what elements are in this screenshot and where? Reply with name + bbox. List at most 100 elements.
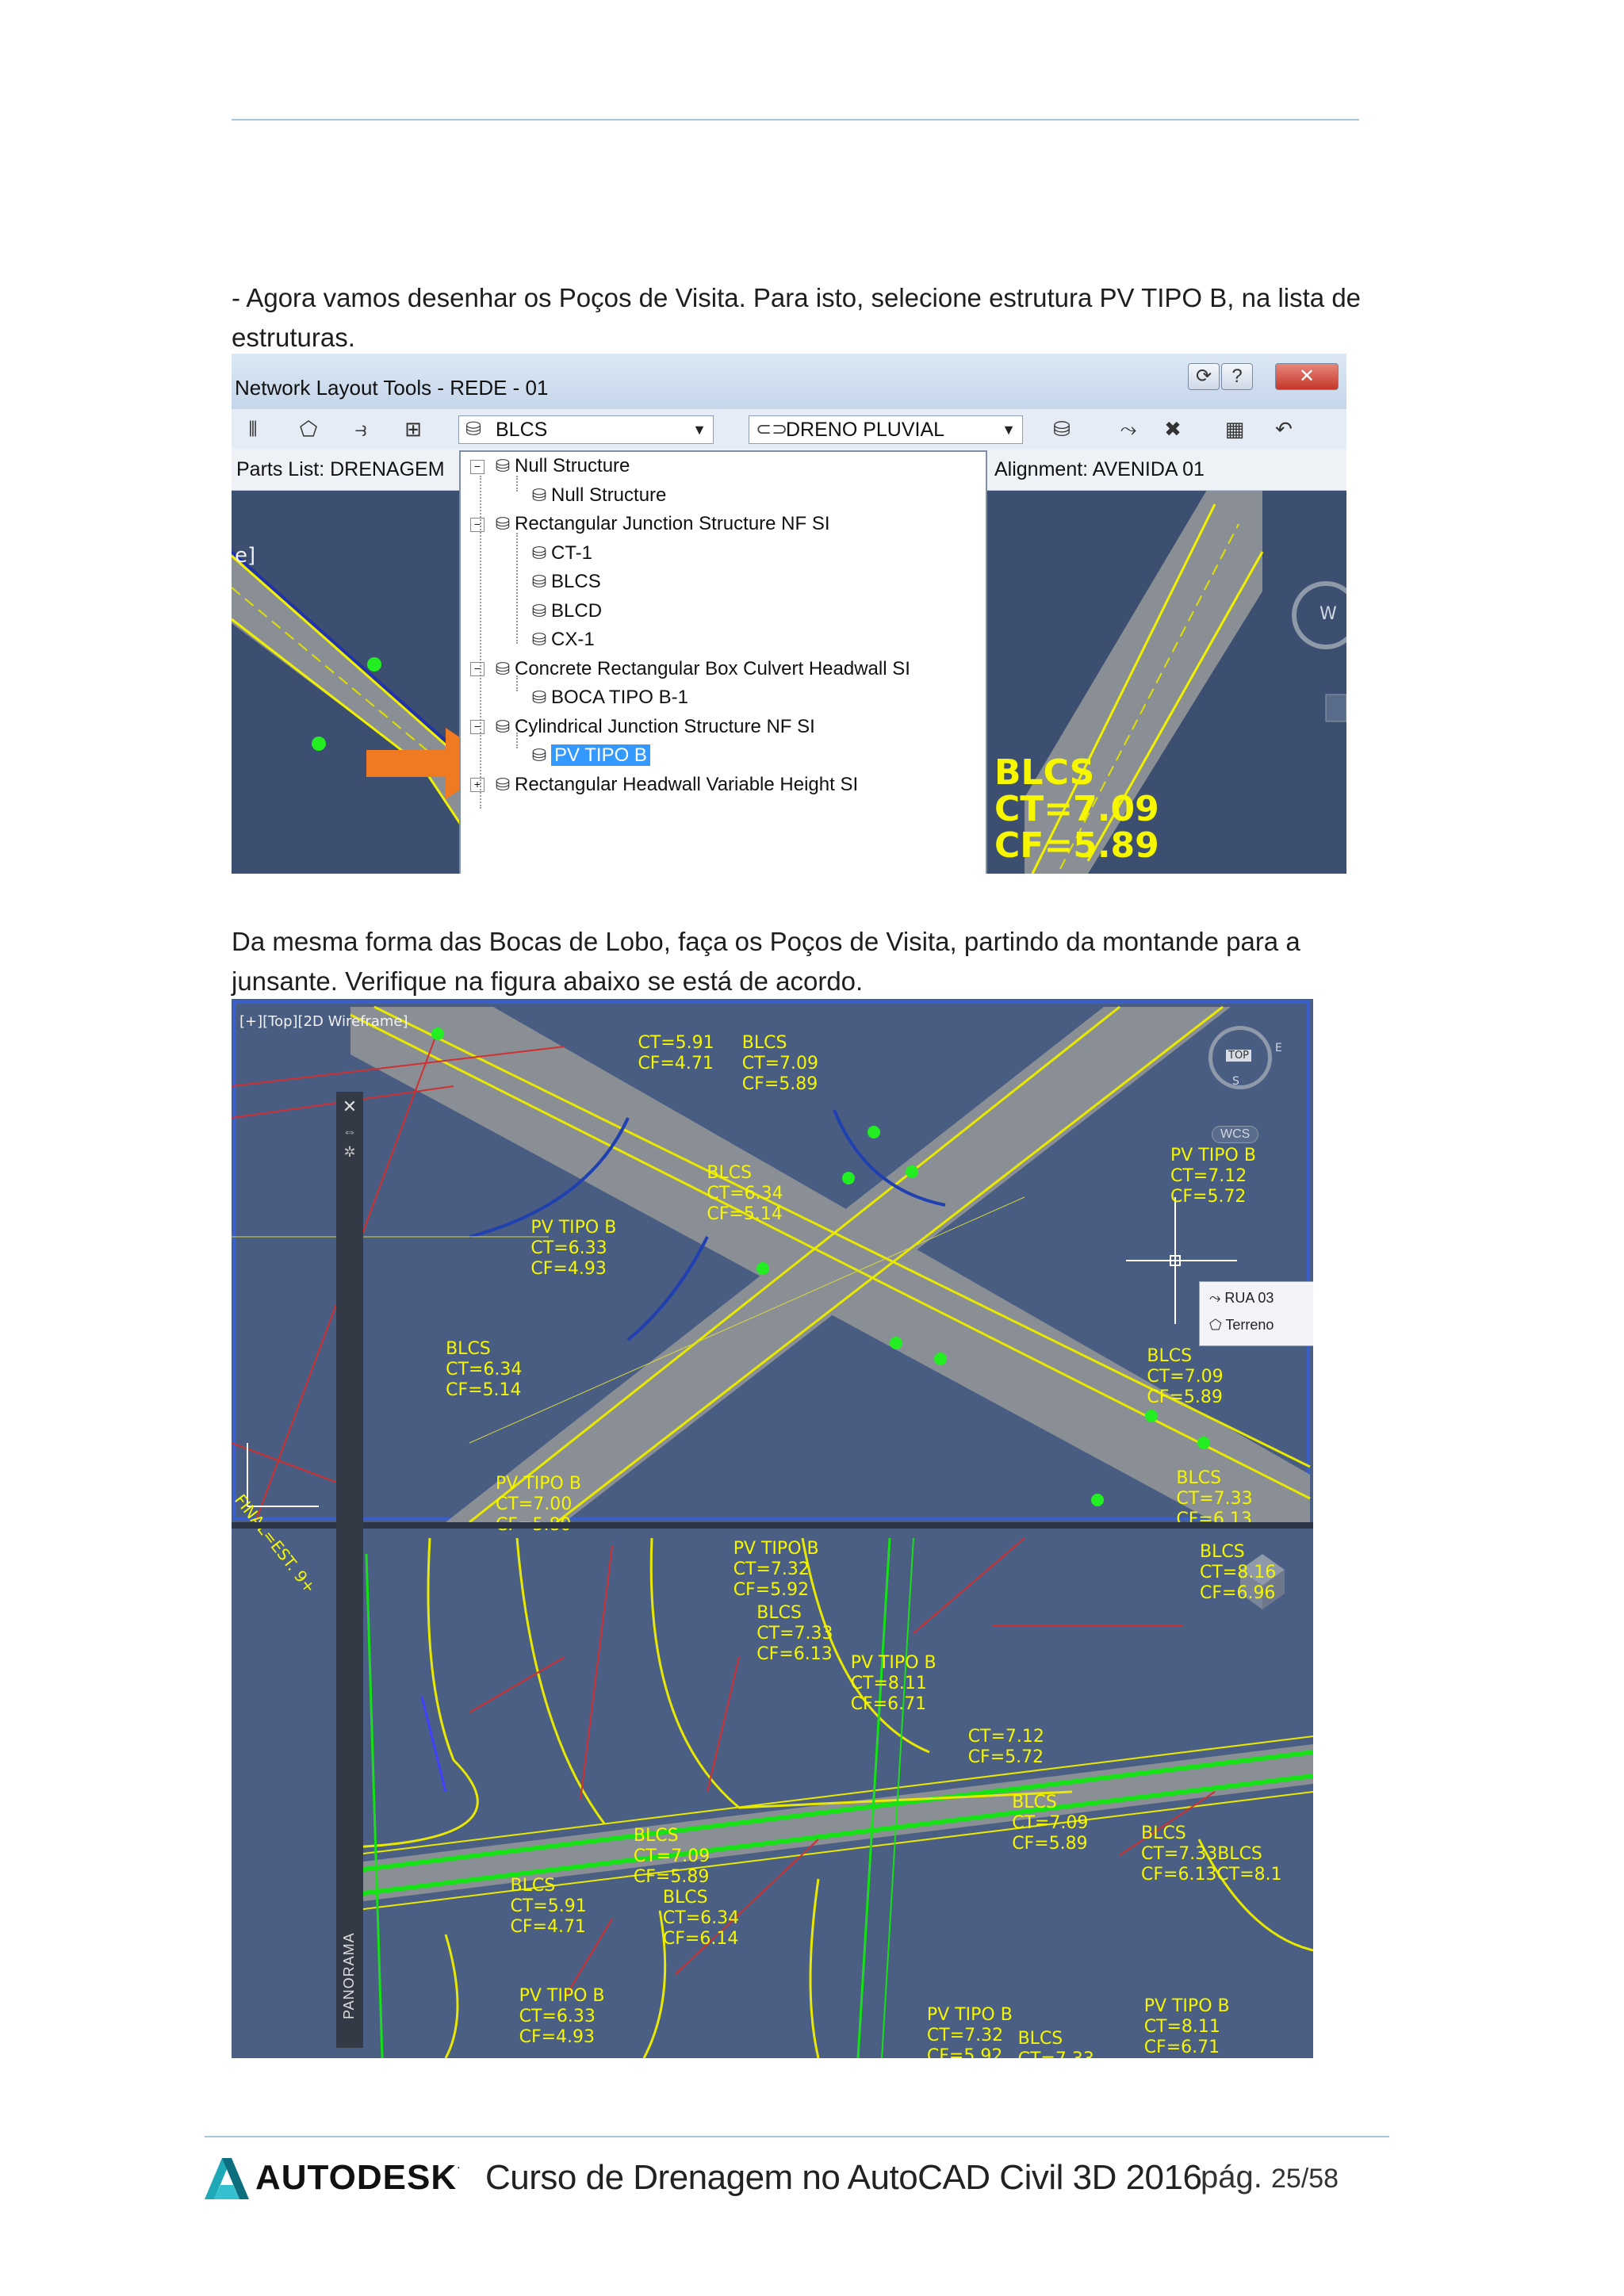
- structure-label-line: CT=7.09: [741, 1053, 819, 1073]
- structure-label-line: CF=6.13CT=8.1: [1141, 1864, 1282, 1885]
- collapse-icon[interactable]: −: [470, 720, 485, 735]
- structure-label-line: BLCS: [741, 1032, 787, 1053]
- structure-label[interactable]: PV TIPO B CT=8.11 CF=6.71: [1144, 1996, 1230, 2058]
- help-button[interactable]: ?: [1221, 363, 1253, 390]
- structure-icon: ⛁: [495, 658, 511, 679]
- collapse-icon[interactable]: −: [470, 662, 485, 677]
- structure-label-line: PV TIPO B: [733, 1538, 819, 1559]
- structure-tree-dropdown[interactable]: − ⛁ Null Structure ⛁ Null Structure − ⛁ Rectang…: [459, 450, 987, 874]
- tree-item[interactable]: − ⛁ Null Structure: [470, 452, 630, 480]
- structure-label[interactable]: BLCS CT=8.16 CF=6.96: [1200, 1542, 1276, 1604]
- structure-label[interactable]: PV TIPO B CT=8.11 CF=6.71: [851, 1653, 936, 1715]
- structure-label[interactable]: PV TIPO B CT=6.33 CF=4.93: [530, 1218, 616, 1280]
- network-properties-icon[interactable]: ⫴: [239, 415, 266, 442]
- network-vista-icon[interactable]: ▦: [1221, 415, 1248, 442]
- structure-label-line: CT=6.34: [446, 1360, 523, 1380]
- undo-icon[interactable]: ↶: [1270, 415, 1297, 442]
- structure-label[interactable]: BLCS CT=7.09 CF=5.89: [1012, 1793, 1088, 1854]
- close-button[interactable]: ✕: [1275, 363, 1339, 390]
- pipe-combo[interactable]: ⊂⊃ DRENO PLUVIAL ▼: [749, 415, 1023, 444]
- dialog-title: Network Layout Tools - REDE - 01: [235, 376, 549, 400]
- surface-icon[interactable]: ⬠: [295, 415, 322, 442]
- header-rule: [232, 119, 1359, 121]
- pipe-network-drawing-screenshot: [+][Top][2D Wireframe] FINAL=EST. 9+ TOP…: [232, 999, 1313, 2058]
- gear-icon[interactable]: ✲: [336, 1144, 363, 1161]
- structure-label[interactable]: BLCS CT=5.91 CF=4.71: [511, 1876, 587, 1938]
- structure-label-line: BLCS: [633, 1826, 679, 1846]
- tree-item[interactable]: ⛁ BLCD: [507, 597, 602, 626]
- structure-label-line: CT=5.91: [638, 1032, 714, 1053]
- structure-label[interactable]: BLCS CT=7.09 CF=5.89: [1147, 1346, 1223, 1408]
- network-layout-tools-screenshot: W e] BLCS CT=7.09 CF=5.89 Network Layout…: [232, 354, 1346, 874]
- structure-label-line: CF=4.93: [519, 2027, 596, 2048]
- structure-label[interactable]: BLCS CT=7.09 CF=5.89: [634, 1826, 710, 1888]
- expand-icon[interactable]: +: [470, 778, 485, 793]
- structure-label-line: CT=6.33: [519, 2007, 596, 2027]
- structure-label-line: CF=6.96: [1200, 1582, 1276, 1603]
- alignment-icon[interactable]: ⥽: [347, 415, 374, 442]
- structure-label-line: BLCS: [1017, 2028, 1063, 2049]
- structure-label[interactable]: PV TIPO B CT=6.33 CF=4.93: [519, 1986, 605, 2048]
- compass-south-label: S: [1232, 1075, 1239, 1088]
- structure-label-line: CT=7.09: [1147, 1367, 1224, 1387]
- move-icon[interactable]: ⇔: [336, 1123, 363, 1140]
- structure-label-line: CT=7.12: [967, 1726, 1044, 1747]
- page-current: 25: [1270, 2164, 1301, 2194]
- tree-item[interactable]: + ⛁ Rectangular Headwall Variable Height S…: [470, 771, 858, 799]
- pin-icon[interactable]: ⟳: [1188, 363, 1220, 390]
- tree-item-label: BOCA TIPO B-1: [551, 687, 688, 708]
- draw-structures-icon[interactable]: ⛁▾: [1048, 415, 1075, 468]
- structure-label-line: CT=6.33: [530, 1238, 607, 1258]
- structure-label[interactable]: BLCS CT=6.34 CF=5.14: [446, 1339, 522, 1401]
- tree-item[interactable]: ⛁ Null Structure: [507, 481, 667, 510]
- structure-label-line: CF=5.92: [733, 1579, 810, 1600]
- tree-item-label: Rectangular Junction Structure NF SI: [515, 513, 830, 534]
- tree-item[interactable]: − ⛁ Cylindrical Junction Structure NF SI: [470, 713, 815, 741]
- alignment-label: Alignment: AVENIDA 01: [994, 458, 1205, 480]
- parts-list-icon[interactable]: ⊞: [400, 415, 427, 442]
- structure-label[interactable]: PV TIPO B CT=7.32 CF=5.92: [927, 2005, 1013, 2058]
- structure-icon: ⛁: [495, 514, 511, 534]
- tree-item[interactable]: − ⛁ Concrete Rectangular Box Culvert Headw…: [470, 655, 910, 683]
- viewport-divider[interactable]: [232, 1522, 1313, 1529]
- toggle-upslope-icon[interactable]: ⤳: [1115, 415, 1142, 442]
- structure-label[interactable]: PV TIPO B CT=7.32 CF=5.92: [733, 1539, 819, 1601]
- structure-label[interactable]: BLCS CT=6.34 CF=5.14: [707, 1163, 783, 1225]
- structure-label[interactable]: BLCSCT=7.33CF=6.13: [1018, 2029, 1094, 2058]
- dialog-titlebar[interactable]: Network Layout Tools - REDE - 01 ⟳ ? ✕: [232, 354, 1346, 410]
- collapse-icon[interactable]: −: [470, 459, 485, 474]
- pipe-icon: ⊂⊃: [756, 419, 788, 440]
- cad-annotation-ct: CT=7.09: [994, 789, 1159, 829]
- popup-surface-label: Terreno: [1225, 1317, 1274, 1333]
- panorama-palette[interactable]: ✕ ⇔ ✲ PANORAMA ▲: [336, 1092, 363, 2048]
- viewcube-top-label[interactable]: TOP: [1226, 1050, 1252, 1062]
- collapse-icon[interactable]: −: [470, 517, 485, 532]
- structure-combo[interactable]: ⛁ BLCS ▼: [458, 415, 714, 444]
- cad-annotation-name: BLCS: [994, 752, 1095, 793]
- structure-label[interactable]: BLCS CT=6.34 CF=6.14: [663, 1888, 739, 1950]
- structure-label[interactable]: BLCS CT=7.33BLCS CF=6.13CT=8.1: [1141, 1823, 1282, 1885]
- structure-label-line: CT=5.91: [510, 1896, 587, 1917]
- tree-item[interactable]: ⛁ PV TIPO B: [507, 741, 650, 770]
- close-icon[interactable]: ✕: [336, 1096, 363, 1117]
- structure-label[interactable]: BLCS CT=7.09 CF=5.89: [742, 1033, 818, 1095]
- structure-label-line: CF=4.71: [510, 1917, 586, 1938]
- tree-item[interactable]: ⛁ CX-1: [507, 626, 595, 654]
- structure-label-line: CF=5.89: [1147, 1387, 1223, 1408]
- tree-item-label: CT-1: [551, 541, 593, 564]
- wcs-menu[interactable]: WCS: [1212, 1126, 1259, 1143]
- tree-item[interactable]: ⛁ CT-1: [507, 539, 592, 568]
- structure-label[interactable]: BLCSCT=7.33CF=6.13: [756, 1603, 833, 1665]
- structure-label[interactable]: BLCSCT=7.33CF=6.13: [1176, 1468, 1252, 1530]
- tree-item[interactable]: ⛁ BLCS: [507, 568, 601, 596]
- tree-item[interactable]: ⛁ BOCA TIPO B-1: [507, 683, 688, 712]
- delete-object-icon[interactable]: ✖: [1159, 415, 1186, 442]
- structure-label[interactable]: PV TIPO B CT=7.12 CF=5.72: [1170, 1146, 1256, 1207]
- structure-label-line: BLCS: [446, 1339, 491, 1360]
- structure-label-line: CF=6.14: [662, 1929, 739, 1950]
- viewport-controls-label[interactable]: [+][Top][2D Wireframe]: [239, 1013, 408, 1030]
- structure-label[interactable]: CT=5.91 CF=4.71: [638, 1033, 714, 1074]
- tree-item[interactable]: − ⛁ Rectangular Junction Structure NF SI: [470, 510, 830, 538]
- structure-label[interactable]: CT=7.12 CF=5.72: [968, 1727, 1044, 1768]
- structure-label-line: CT=7.33: [756, 1624, 833, 1644]
